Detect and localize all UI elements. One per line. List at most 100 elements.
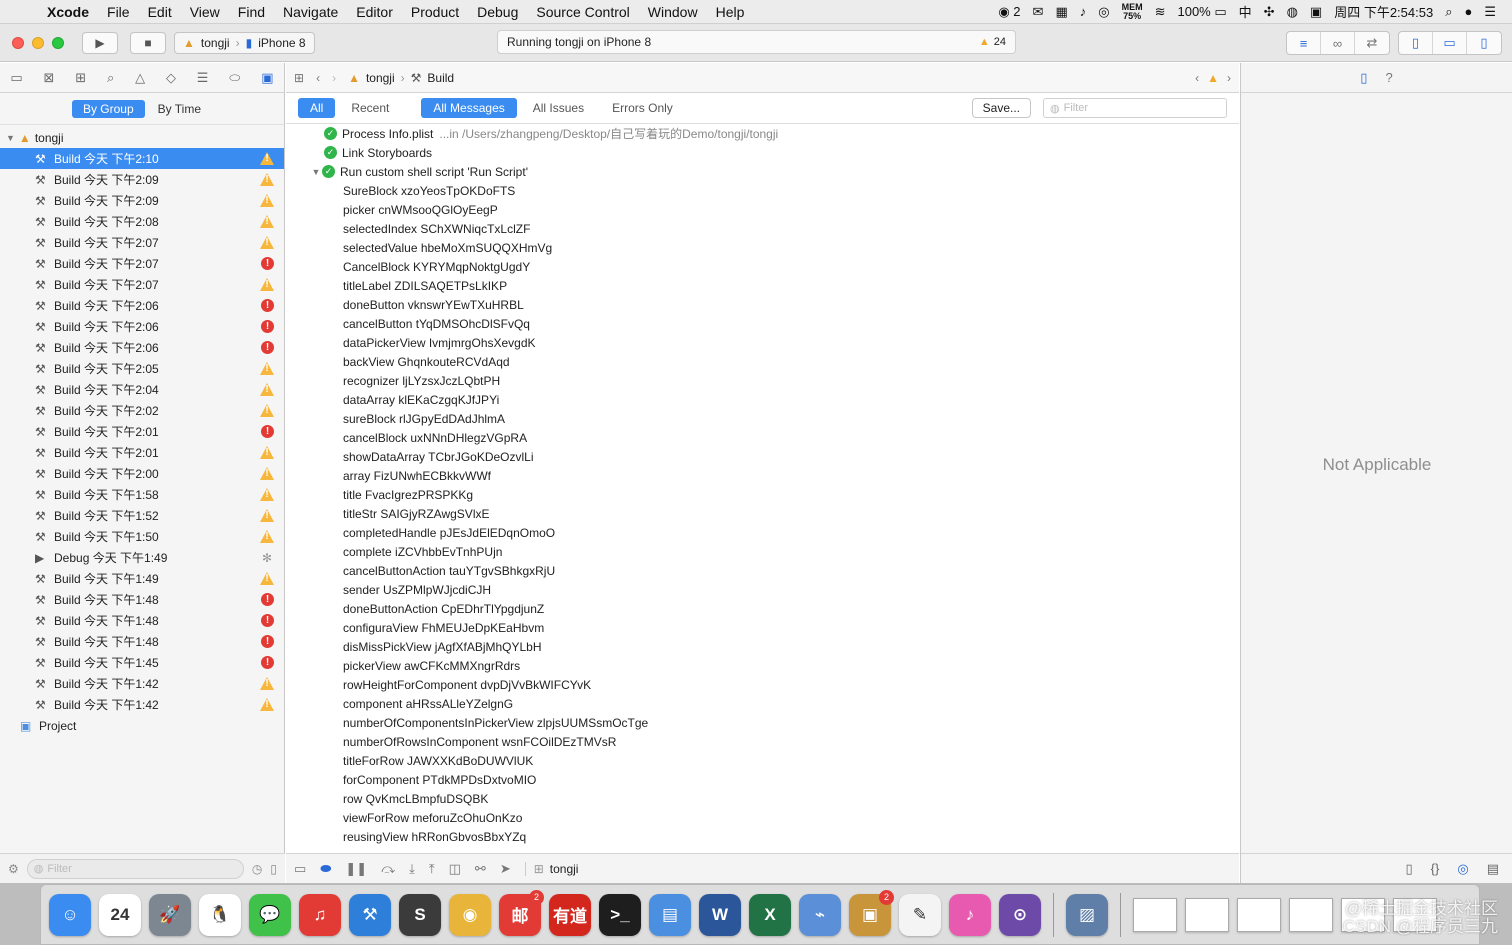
- disclosure-triangle-icon[interactable]: ▼: [310, 167, 322, 177]
- back-chevron-icon[interactable]: ‹: [316, 71, 320, 85]
- breadcrumb-build[interactable]: Build: [427, 71, 454, 85]
- navigator-filter-input[interactable]: ◍ Filter: [26, 858, 244, 879]
- dock-itunes-icon[interactable]: ♪: [949, 893, 991, 936]
- step-out-icon[interactable]: ⤒: [429, 861, 435, 877]
- build-row[interactable]: ▶ Debug 今天 下午1:49 ✻: [0, 547, 284, 568]
- minimized-window-thumbnail[interactable]: [1289, 897, 1333, 932]
- log-step[interactable]: ✓ Process Info.plist ...in /Users/zhangp…: [286, 124, 1239, 143]
- next-issue-chevron-icon[interactable]: ›: [1227, 71, 1231, 85]
- test-navigator-icon[interactable]: ◇: [166, 70, 176, 86]
- spotlight-search-icon[interactable]: ⌕: [1445, 4, 1452, 20]
- breakpoints-toggle-icon[interactable]: ⬬: [320, 861, 331, 877]
- build-row[interactable]: ⚒ Build 今天 下午1:42!: [0, 694, 284, 715]
- object-library-icon[interactable]: ◎: [1457, 861, 1468, 877]
- dock-github-icon[interactable]: ⊙: [999, 893, 1041, 936]
- activity-viewer[interactable]: Running tongji on iPhone 8 ▲ 24: [497, 30, 1016, 54]
- build-row[interactable]: ⚒ Build 今天 下午2:07!: [0, 232, 284, 253]
- standard-editor-icon[interactable]: ≡: [1287, 32, 1321, 54]
- menu-source-control[interactable]: Source Control: [527, 4, 638, 20]
- view-hierarchy-icon[interactable]: ◫: [449, 861, 461, 877]
- dock-launchpad-icon[interactable]: 🚀: [149, 893, 191, 936]
- dock-simulator-icon[interactable]: ▤: [649, 893, 691, 936]
- debug-navigator-icon[interactable]: ☰: [197, 70, 209, 86]
- app-status-icon[interactable]: ▣: [1310, 4, 1322, 20]
- previous-issue-chevron-icon[interactable]: ‹: [1195, 71, 1199, 85]
- dock-preview-icon[interactable]: ▨: [1066, 893, 1108, 936]
- wifi-icon[interactable]: ≋: [1155, 4, 1166, 20]
- scheme-selector[interactable]: ▲ tongji › ▮ iPhone 8: [174, 31, 315, 54]
- filter-all-messages-tab[interactable]: All Messages: [421, 98, 517, 118]
- menu-help[interactable]: Help: [707, 4, 754, 20]
- breakpoint-navigator-icon[interactable]: ⬭: [229, 70, 240, 86]
- build-row[interactable]: ⚒ Build 今天 下午1:50!: [0, 526, 284, 547]
- menu-product[interactable]: Product: [402, 4, 468, 20]
- dock-mail-163-icon[interactable]: 邮2: [499, 889, 544, 936]
- build-row[interactable]: ⚒ Build 今天 下午1:48!: [0, 589, 284, 610]
- dock-sublime-icon[interactable]: S: [399, 893, 441, 936]
- battery-status[interactable]: 100% ▭: [1177, 4, 1226, 20]
- dock-excel-icon[interactable]: X: [749, 893, 791, 936]
- tree-root-tongji[interactable]: ▼ ▲ tongji: [0, 127, 284, 148]
- build-row[interactable]: ⚒ Build 今天 下午1:45!: [0, 652, 284, 673]
- build-row[interactable]: ⚒ Build 今天 下午1:42!: [0, 673, 284, 694]
- file-inspector-icon[interactable]: ▯: [1360, 70, 1367, 86]
- build-row[interactable]: ⚒ Build 今天 下午2:07!: [0, 274, 284, 295]
- media-library-icon[interactable]: ▤: [1487, 861, 1499, 877]
- pause-icon[interactable]: ❚❚: [345, 861, 367, 877]
- notification-bell-icon[interactable]: ♪: [1080, 4, 1087, 19]
- dock-instruments-icon[interactable]: ⌁: [799, 893, 841, 936]
- build-row[interactable]: ⚒ Build 今天 下午2:07!: [0, 253, 284, 274]
- assistant-editor-icon[interactable]: ∞: [1321, 32, 1355, 54]
- build-row[interactable]: ⚒ Build 今天 下午1:48!: [0, 631, 284, 652]
- dock-xcode-icon[interactable]: ⚒: [349, 893, 391, 936]
- clock[interactable]: 周四 下午2:54:53: [1334, 2, 1433, 21]
- menu-find[interactable]: Find: [229, 4, 274, 20]
- log-step[interactable]: ✓ Link Storyboards: [286, 143, 1239, 162]
- save-log-button[interactable]: Save...: [971, 98, 1031, 118]
- step-into-icon[interactable]: ⤓: [409, 861, 415, 877]
- build-row[interactable]: ⚒ Build 今天 下午2:01!: [0, 442, 284, 463]
- build-row[interactable]: ⚒ Build 今天 下午2:10!: [0, 148, 284, 169]
- warning-count-badge[interactable]: ▲ 24: [979, 36, 1006, 48]
- by-time-tab[interactable]: By Time: [147, 100, 212, 118]
- step-over-icon[interactable]: ⤼: [381, 861, 395, 877]
- airplay-icon[interactable]: ◍: [1287, 4, 1298, 20]
- notification-center-icon[interactable]: ☰: [1484, 4, 1496, 20]
- dock-terminal-icon[interactable]: >_: [599, 893, 641, 936]
- symbol-navigator-icon[interactable]: ⊞: [75, 70, 86, 86]
- filter-all-issues-tab[interactable]: All Issues: [521, 98, 596, 118]
- build-row[interactable]: ⚒ Build 今天 下午2:09!: [0, 169, 284, 190]
- code-snippet-icon[interactable]: {}: [1431, 861, 1440, 876]
- run-button[interactable]: ▶: [82, 31, 118, 54]
- build-row[interactable]: ⚒ Build 今天 下午2:00!: [0, 463, 284, 484]
- toggle-debug-area-icon[interactable]: ▭: [1433, 32, 1467, 54]
- dock-youdao-icon[interactable]: 有道: [549, 893, 591, 936]
- recent-clock-icon[interactable]: ◷: [252, 862, 262, 876]
- minimized-window-thumbnail[interactable]: [1237, 897, 1281, 932]
- minimized-window-thumbnail[interactable]: [1185, 897, 1229, 932]
- log-filter-input[interactable]: ◍ Filter: [1043, 98, 1227, 118]
- quick-help-icon[interactable]: ?: [1385, 70, 1392, 85]
- disclosure-triangle-icon[interactable]: ▼: [6, 133, 15, 143]
- build-row[interactable]: ⚒ Build 今天 下午1:49!: [0, 568, 284, 589]
- wechat-status-icon[interactable]: ✉: [1033, 4, 1044, 20]
- dock-wechat-icon[interactable]: 💬: [249, 893, 291, 936]
- log-step-expanded[interactable]: ▼ ✓ Run custom shell script 'Run Script': [286, 162, 1239, 181]
- project-row[interactable]: ▣ Project: [0, 715, 284, 736]
- zoom-window-button[interactable]: [52, 36, 64, 49]
- project-navigator-folder-icon[interactable]: ▭: [10, 70, 22, 86]
- build-row[interactable]: ⚒ Build 今天 下午2:05!: [0, 358, 284, 379]
- dock-netease-music-icon[interactable]: ♫: [299, 893, 341, 936]
- forward-chevron-icon[interactable]: ›: [332, 71, 336, 85]
- find-navigator-search-icon[interactable]: ⌕: [107, 70, 114, 86]
- status-count-icon[interactable]: ◉ 2: [998, 4, 1020, 20]
- build-row[interactable]: ⚒ Build 今天 下午2:01!: [0, 421, 284, 442]
- menu-window[interactable]: Window: [639, 4, 707, 20]
- build-row[interactable]: ⚒ Build 今天 下午2:08!: [0, 211, 284, 232]
- report-navigator-icon[interactable]: ▣: [261, 70, 273, 86]
- dock-word-icon[interactable]: W: [699, 893, 741, 936]
- dock-finder-icon[interactable]: ☺: [49, 893, 91, 936]
- bluetooth-icon[interactable]: ✣: [1264, 4, 1275, 20]
- build-row[interactable]: ⚒ Build 今天 下午1:48!: [0, 610, 284, 631]
- build-row[interactable]: ⚒ Build 今天 下午2:06!: [0, 295, 284, 316]
